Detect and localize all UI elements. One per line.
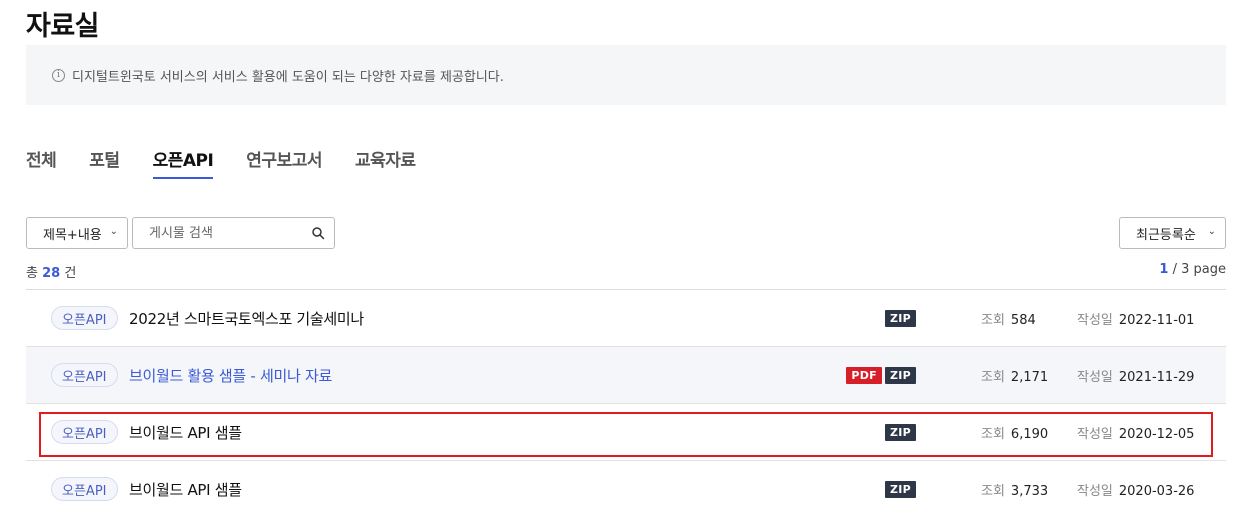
search-field-select[interactable]: 제목+내용 ⌄ [26, 217, 128, 249]
view-count: 조회 3,733 [981, 480, 1048, 499]
info-icon: i [52, 68, 65, 82]
tab-education[interactable]: 교육자료 [355, 146, 416, 179]
total-count: 총 28 건 [26, 262, 76, 281]
zip-file-tag[interactable]: ZIP [884, 480, 916, 498]
file-tags: ZIP [884, 423, 916, 441]
list-item[interactable]: 오픈API 브이월드 활용 샘플 - 세미나 자료 PDF ZIP 조회 2,17… [26, 347, 1226, 404]
total-prefix: 총 [26, 266, 38, 281]
item-title-link[interactable]: 2022년 스마트국토엑스포 기술세미나 [129, 308, 364, 329]
date-value: 2022-11-01 [1118, 312, 1195, 328]
post-date: 작성일 2022-11-01 [1077, 309, 1194, 328]
item-title-link[interactable]: 브이월드 API 샘플 [129, 479, 242, 500]
search-field-select-label: 제목+내용 [43, 227, 102, 243]
tab-research-reports[interactable]: 연구보고서 [246, 146, 322, 179]
tab-open-api[interactable]: 오픈API [152, 146, 214, 179]
view-count: 조회 2,171 [981, 366, 1048, 385]
list-item-selected[interactable]: 오픈API 브이월드 API 샘플 ZIP 조회 6,190 작성일 2020-12… [26, 404, 1226, 461]
file-tags: PDF ZIP [846, 366, 916, 384]
view-count: 조회 6,190 [981, 423, 1048, 442]
page-title: 자료실 [26, 11, 100, 42]
views-value: 6,190 [1010, 426, 1049, 442]
page-indicator: 1 / 3 page [1159, 262, 1226, 277]
file-tags: ZIP [884, 480, 916, 498]
search-box [132, 217, 335, 249]
views-value: 2,171 [1010, 369, 1049, 385]
notice-banner: i 디지털트윈국토 서비스의 서비스 활용에 도움이 되는 다양한 자료를 제공… [26, 45, 1226, 105]
sort-select[interactable]: 최근등록순 ⌄ [1119, 217, 1226, 249]
category-badge: 오픈API [51, 420, 118, 444]
current-page: 1 [1159, 262, 1169, 277]
resource-list: 오픈API 2022년 스마트국토엑스포 기술세미나 ZIP 조회 584 작성일… [26, 289, 1226, 514]
list-item[interactable]: 오픈API 브이월드 API 샘플 ZIP 조회 3,733 작성일 2020-03… [26, 461, 1226, 514]
views-label: 조회 [981, 483, 1005, 499]
pdf-file-tag[interactable]: PDF [846, 366, 882, 384]
search-icon[interactable] [311, 226, 325, 240]
tab-all[interactable]: 전체 [26, 146, 57, 179]
file-tags: ZIP [884, 309, 916, 327]
date-label: 작성일 [1077, 369, 1113, 385]
date-label: 작성일 [1077, 483, 1113, 499]
views-value: 3,733 [1010, 483, 1049, 499]
search-input[interactable] [133, 219, 303, 247]
date-label: 작성일 [1077, 426, 1113, 442]
category-badge: 오픈API [51, 363, 118, 387]
view-count: 조회 584 [981, 309, 1036, 328]
date-value: 2021-11-29 [1118, 369, 1195, 385]
sort-select-label: 최근등록순 [1136, 227, 1196, 243]
tab-portal[interactable]: 포털 [89, 146, 120, 179]
chevron-down-icon: ⌄ [1207, 226, 1216, 237]
notice-text: 디지털트윈국토 서비스의 서비스 활용에 도움이 되는 다양한 자료를 제공합니… [72, 69, 504, 85]
views-value: 584 [1010, 312, 1036, 328]
post-date: 작성일 2020-12-05 [1077, 423, 1194, 442]
post-date: 작성일 2020-03-26 [1077, 480, 1194, 499]
category-badge: 오픈API [51, 477, 118, 501]
item-title-link[interactable]: 브이월드 활용 샘플 - 세미나 자료 [129, 365, 332, 386]
views-label: 조회 [981, 369, 1005, 385]
views-label: 조회 [981, 426, 1005, 442]
date-value: 2020-03-26 [1118, 483, 1195, 499]
category-tabs: 전체 포털 오픈API 연구보고서 교육자료 [26, 146, 416, 179]
zip-file-tag[interactable]: ZIP [884, 366, 916, 384]
list-item[interactable]: 오픈API 2022년 스마트국토엑스포 기술세미나 ZIP 조회 584 작성일… [26, 290, 1226, 347]
chevron-down-icon: ⌄ [109, 226, 118, 237]
date-label: 작성일 [1077, 312, 1113, 328]
item-title-link[interactable]: 브이월드 API 샘플 [129, 422, 242, 443]
total-suffix: 건 [64, 266, 77, 281]
page-total: / 3 page [1172, 262, 1226, 277]
zip-file-tag[interactable]: ZIP [884, 309, 916, 327]
zip-file-tag[interactable]: ZIP [884, 423, 916, 441]
total-number: 28 [42, 266, 61, 281]
category-badge: 오픈API [51, 306, 118, 330]
post-date: 작성일 2021-11-29 [1077, 366, 1194, 385]
views-label: 조회 [981, 312, 1005, 328]
date-value: 2020-12-05 [1118, 426, 1195, 442]
